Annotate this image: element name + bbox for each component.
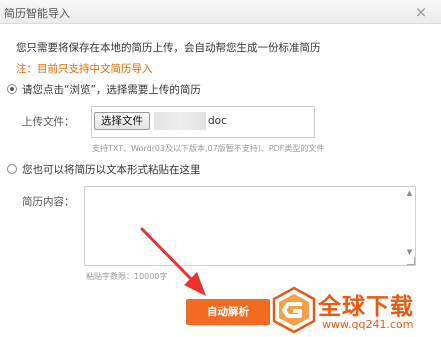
watermark-url: www.qq241.com (322, 318, 414, 331)
watermark-title: 全球下载 (318, 294, 414, 320)
watermark: 全球下载 www.qq241.com (270, 284, 441, 337)
watermark-logo-icon (272, 286, 316, 334)
